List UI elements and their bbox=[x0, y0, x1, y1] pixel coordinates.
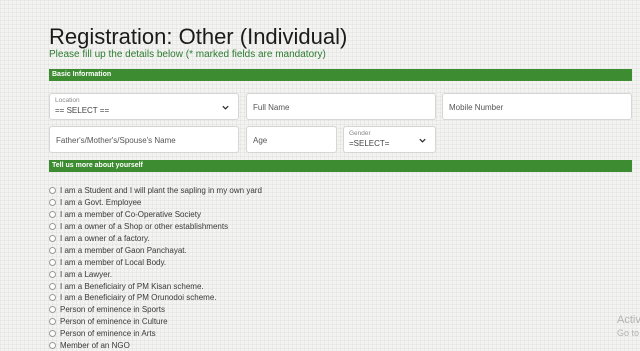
option-row[interactable]: I am a Govt. Employee bbox=[49, 197, 262, 209]
option-label: I am a owner of a Shop or other establis… bbox=[60, 222, 229, 232]
option-label: I am a member of Co-Operative Society bbox=[60, 210, 201, 220]
option-row[interactable]: I am a member of Gaon Panchayat. bbox=[49, 244, 262, 256]
section-about-yourself: Tell us more about yourself bbox=[49, 160, 632, 172]
radio-icon[interactable] bbox=[49, 342, 56, 350]
full-name-placeholder: Full Name bbox=[253, 103, 290, 112]
option-label: I am a owner of a factory. bbox=[60, 234, 150, 243]
option-row[interactable]: Person of eminence in Culture bbox=[49, 316, 262, 328]
option-row[interactable]: I am a member of Co-Operative Society bbox=[49, 209, 262, 221]
radio-icon[interactable] bbox=[49, 211, 56, 219]
radio-icon[interactable] bbox=[49, 282, 56, 290]
full-name-input[interactable]: Full Name bbox=[246, 93, 436, 120]
mobile-number-placeholder: Mobile Number bbox=[449, 103, 504, 112]
section-basic-information: Basic Information bbox=[49, 69, 632, 81]
gender-select[interactable]: Gender =SELECT= bbox=[343, 126, 436, 153]
option-label: I am a member of Local Body. bbox=[60, 257, 167, 267]
watermark-line-2: Go to bbox=[617, 328, 640, 338]
option-label: I am a member of Gaon Panchayat. bbox=[60, 245, 187, 255]
option-label: Person of eminence in Culture bbox=[60, 317, 168, 327]
page-title: Registration: Other (Individual) bbox=[49, 24, 348, 49]
option-row[interactable]: I am a owner of a factory. bbox=[49, 233, 262, 245]
option-row[interactable]: I am a Beneficiairy of PM Orunodoi schem… bbox=[49, 292, 262, 304]
radio-icon[interactable] bbox=[49, 306, 56, 314]
gender-label: Gender bbox=[349, 130, 371, 137]
radio-icon[interactable] bbox=[49, 330, 56, 338]
option-label: Person of eminence in Arts bbox=[60, 329, 156, 339]
gender-value: =SELECT= bbox=[349, 139, 390, 148]
mobile-number-input[interactable]: Mobile Number bbox=[442, 93, 632, 120]
guardian-name-input[interactable]: Father's/Mother's/Spouse's Name bbox=[49, 126, 239, 153]
option-label: Person of eminence in Sports bbox=[60, 305, 165, 315]
option-row[interactable]: I am a Lawyer. bbox=[49, 268, 262, 280]
location-value: == SELECT == bbox=[55, 106, 110, 115]
option-label: I am a Beneficiairy of PM Orunodoi schem… bbox=[60, 293, 217, 303]
radio-icon[interactable] bbox=[49, 223, 56, 231]
option-row[interactable]: Person of eminence in Sports bbox=[49, 304, 262, 316]
option-label: I am a Lawyer. bbox=[60, 269, 113, 279]
radio-icon[interactable] bbox=[49, 258, 56, 266]
option-label: I am a Govt. Employee bbox=[60, 198, 142, 208]
age-input[interactable]: Age bbox=[246, 126, 337, 153]
option-row[interactable]: I am a Beneficiairy of PM Kisan scheme. bbox=[49, 280, 262, 292]
chevron-down-icon bbox=[419, 138, 426, 143]
option-row[interactable]: Member of an NGO bbox=[49, 340, 262, 351]
activation-watermark: Activ Go to bbox=[617, 314, 640, 340]
option-label: I am a Beneficiairy of PM Kisan scheme. bbox=[60, 281, 204, 291]
watermark-line-1: Activ bbox=[617, 314, 640, 326]
radio-icon[interactable] bbox=[49, 318, 56, 326]
guardian-name-placeholder: Father's/Mother's/Spouse's Name bbox=[56, 136, 176, 145]
radio-icon[interactable] bbox=[49, 187, 56, 195]
option-row[interactable]: I am a owner of a Shop or other establis… bbox=[49, 221, 262, 233]
radio-icon[interactable] bbox=[49, 246, 56, 254]
radio-icon[interactable] bbox=[49, 294, 56, 302]
location-label: Location bbox=[55, 97, 80, 104]
option-row[interactable]: I am a member of Local Body. bbox=[49, 256, 262, 268]
age-placeholder: Age bbox=[253, 136, 268, 145]
radio-icon[interactable] bbox=[49, 270, 56, 278]
option-row[interactable]: I am a Student and I will plant the sapl… bbox=[49, 185, 262, 197]
page-subtitle: Please fill up the details below (* mark… bbox=[49, 49, 326, 60]
location-select[interactable]: Location == SELECT == bbox=[49, 93, 239, 120]
option-row[interactable]: Person of eminence in Arts bbox=[49, 328, 262, 340]
radio-icon[interactable] bbox=[49, 199, 56, 207]
option-label: I am a Student and I will plant the sapl… bbox=[60, 186, 262, 196]
option-label: Member of an NGO bbox=[60, 341, 130, 351]
radio-icon[interactable] bbox=[49, 235, 56, 242]
occupation-options: I am a Student and I will plant the sapl… bbox=[49, 185, 262, 351]
chevron-down-icon bbox=[222, 105, 229, 110]
